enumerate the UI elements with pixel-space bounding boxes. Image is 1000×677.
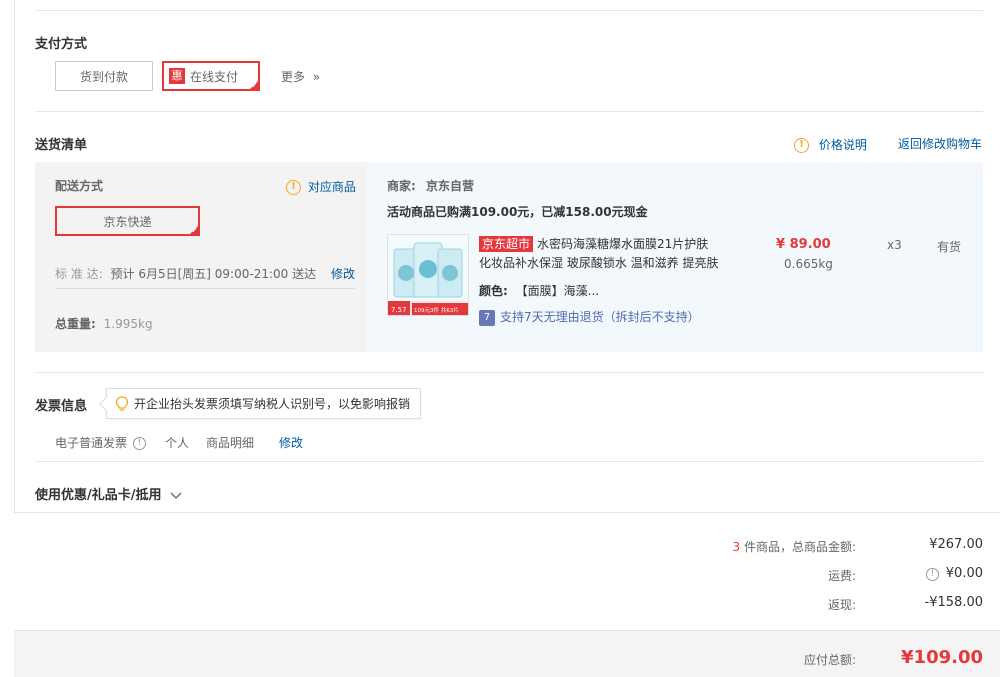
promo-text: 活动商品已购满109.00元，已减158.00元现金 [387,205,648,219]
online-payment-button[interactable]: 惠 在线支付 ✓ [162,61,260,91]
product-name-line1: 水密码海藻糖爆水面膜21片护肤 [537,237,709,251]
color-value: 【面膜】海藻... [515,284,600,298]
product-name-line2: 化妆品补水保湿 玻尿酸锁水 温和滋养 提亮肤 [479,256,719,270]
lightbulb-icon [115,395,129,411]
shipping-fee-value: ¥0.00 [945,566,983,581]
jd-express-option[interactable]: 京东快递 ✓ [55,206,200,236]
goods-count-suffix: 件商品，总商品金额: [743,540,856,554]
modify-delivery-link[interactable]: 修改 [331,265,355,282]
invoice-type: 电子普通发票 ! [55,434,146,451]
divider [55,288,355,289]
modify-invoice-link[interactable]: 修改 [279,434,303,451]
price-help-link[interactable]: ! 价格说明 [794,136,867,153]
payable-total-value: ¥109.00 [901,647,983,668]
cod-payment-button[interactable]: 货到付款 [55,61,153,91]
jd-supermarket-tag: 京东超市 [479,236,534,252]
divider [35,372,983,373]
info-icon: ! [926,568,939,581]
payable-total-label: 应付总额: [803,653,856,667]
warning-icon: ! [794,138,809,153]
goods-count-label: 3 件商品，总商品金额: [732,538,856,555]
checkmark-icon: ✓ [191,226,198,235]
double-chevron-right-icon: » [312,70,321,84]
color-label: 颜色: [479,284,508,298]
standard-delivery-label: 标 准 达: [55,267,103,281]
divider [35,10,983,11]
chevron-down-icon [170,492,182,499]
image-badge-deal: 109元3件 共63片 [414,306,459,314]
invoice-tip-tooltip: 开企业抬头发票须填写纳税人识别号，以免影响报销 [98,388,421,419]
coupons-title: 使用优惠/礼品卡/抵用 [35,488,162,503]
invoice-section-title: 发票信息 [35,399,88,414]
payment-section-title: 支付方式 [35,37,88,52]
more-payment-link[interactable]: 更多 » [281,68,320,85]
cashback-label: 返现: [827,598,856,612]
more-payment-label: 更多 [281,70,306,84]
standard-delivery-value: 预计 6月5日[周五] 09:00-21:00 送达 [110,267,317,281]
related-goods-label: 对应商品 [307,180,356,194]
shipping-info-icon[interactable]: ! [926,567,939,581]
total-weight-value: 1.995kg [103,317,153,331]
price-help-label: 价格说明 [818,138,867,152]
returns-policy-label: 支持7天无理由退货（拆封后不支持） [500,310,700,324]
cashback-value: -¥158.00 [924,595,983,610]
shipping-fee-label: 运费: [827,569,856,583]
jd-express-label: 京东快递 [103,214,152,229]
invoice-tip-text: 开企业抬头发票须填写纳税人识别号，以免影响报销 [134,397,411,411]
product-name[interactable]: 京东超市 水密码海藻糖爆水面膜21片护肤 化妆品补水保湿 玻尿酸锁水 温和滋养 提… [479,235,729,273]
product-price: ¥ 89.00 [776,237,831,252]
coupons-toggle[interactable]: 使用优惠/礼品卡/抵用 [35,484,182,503]
discount-badge: 惠 [169,68,185,84]
goods-count: 3 [732,540,741,554]
product-quantity: x3 [887,238,902,252]
facial-mask-image-icon: 7.57 109元3件 共63片 [388,235,468,315]
stock-status: 有货 [937,240,962,254]
standard-delivery-row: 标 准 达: 预计 6月5日[周五] 09:00-21:00 送达 [55,265,316,282]
divider [35,111,983,112]
product-color-row: 颜色: 【面膜】海藻... [479,282,599,299]
cod-payment-label: 货到付款 [79,69,128,84]
invoice-holder: 个人 [165,436,190,450]
seven-day-returns-icon: 7 [479,309,495,326]
related-goods-link[interactable]: ! 对应商品 [286,178,356,195]
info-icon[interactable]: ! [132,437,146,450]
total-weight-row: 总重量: 1.995kg [55,315,153,332]
total-weight-label: 总重量: [55,317,96,331]
ship-method-label: 配送方式 [55,179,104,193]
returns-policy[interactable]: 7 支持7天无理由退货（拆封后不支持） [479,308,700,326]
product-image[interactable]: 7.57 109元3件 共63片 [387,234,469,316]
product-weight: 0.665kg [784,257,833,271]
seller-value: 京东自营 [426,179,475,193]
divider [35,461,983,462]
seller-label: 商家: [387,179,416,193]
seller-row: 商家: 京东自营 [387,177,474,194]
image-badge-price: 7.57 [391,306,407,314]
checkmark-icon: ✓ [251,81,258,90]
goods-total-value: ¥267.00 [929,537,983,552]
online-payment-label: 在线支付 [190,69,239,84]
delivery-section-title: 送货清单 [35,138,88,153]
invoice-type-label: 电子普通发票 [55,436,128,450]
back-to-cart-link[interactable]: 返回修改购物车 [898,135,982,152]
warning-icon: ! [286,180,301,195]
invoice-content: 商品明细 [206,436,255,450]
